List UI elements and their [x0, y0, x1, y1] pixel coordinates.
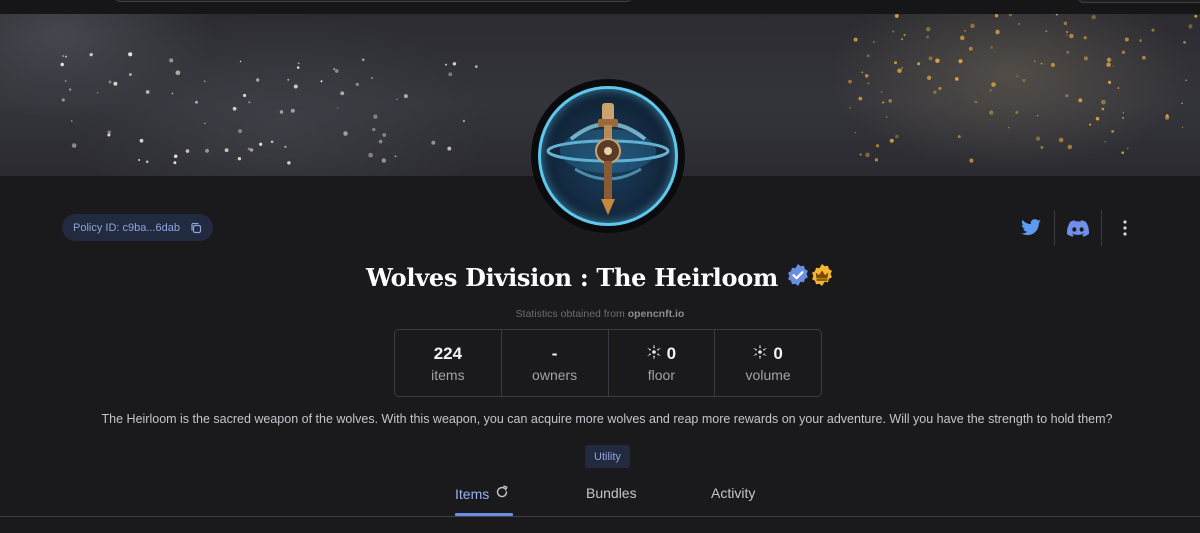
tab-label: Bundles	[586, 485, 637, 501]
heirloom-weapon-image	[546, 103, 670, 215]
collection-avatar	[531, 79, 685, 233]
stat-value: 0	[773, 343, 783, 363]
stats-source-prefix: Statistics obtained from	[515, 308, 625, 320]
policy-id-label: Policy ID: c9ba...6dab	[73, 221, 181, 234]
collection-description: The Heirloom is the sacred weapon of the…	[101, 412, 1113, 426]
cardano-ada-icon	[647, 344, 661, 364]
search-input[interactable]	[115, 0, 632, 2]
stat-value: 0	[666, 343, 677, 363]
stats-source-link[interactable]: opencnft.io	[628, 308, 685, 320]
stat-label: floor	[647, 366, 675, 383]
discord-icon[interactable]	[1055, 210, 1101, 246]
stat-items: 224 items	[395, 330, 502, 396]
twitter-icon[interactable]	[1008, 210, 1054, 246]
stat-label: owners	[532, 366, 578, 383]
stat-floor: 0 floor	[609, 330, 716, 396]
more-vertical-icon[interactable]	[1102, 210, 1148, 246]
stats-source: Statistics obtained from opencnft.io	[0, 308, 1200, 320]
social-links	[1008, 210, 1148, 246]
collection-page: Policy ID: c9ba...6dab Wolves Division :…	[0, 0, 1200, 533]
collection-title: Wolves Division : The Heirloom	[365, 263, 779, 292]
crown-badge-icon	[810, 263, 834, 292]
policy-id-pill[interactable]: Policy ID: c9ba...6dab	[62, 214, 214, 241]
tabs-divider	[0, 516, 1200, 517]
copy-icon[interactable]	[190, 222, 202, 234]
collection-header: Wolves Division : The Heirloom	[0, 263, 1200, 292]
tab-label: Items	[455, 485, 490, 502]
tab-bundles[interactable]: Bundles	[586, 485, 637, 501]
stat-label: volume	[745, 366, 791, 383]
stat-label: items	[431, 366, 465, 383]
stat-owners: - owners	[502, 330, 609, 396]
badges	[786, 263, 834, 292]
collection-tabs: Items Bundles Activity	[0, 480, 1200, 517]
tab-items[interactable]: Items	[455, 485, 509, 502]
tab-label: Activity	[711, 485, 756, 501]
stats-panel: 224 items - owners 0 floor 0 volume	[394, 329, 822, 397]
category-tag[interactable]: Utility	[585, 445, 630, 468]
stat-volume: 0 volume	[715, 330, 821, 396]
top-navbar	[0, 0, 1200, 14]
stat-value: 224	[433, 343, 463, 363]
cardano-ada-icon	[753, 344, 767, 364]
tab-activity[interactable]: Activity	[711, 485, 755, 501]
stat-value: -	[551, 343, 558, 363]
refresh-icon[interactable]	[495, 485, 509, 502]
verified-badge-icon	[786, 263, 810, 292]
top-nav-button[interactable]	[1078, 0, 1200, 3]
